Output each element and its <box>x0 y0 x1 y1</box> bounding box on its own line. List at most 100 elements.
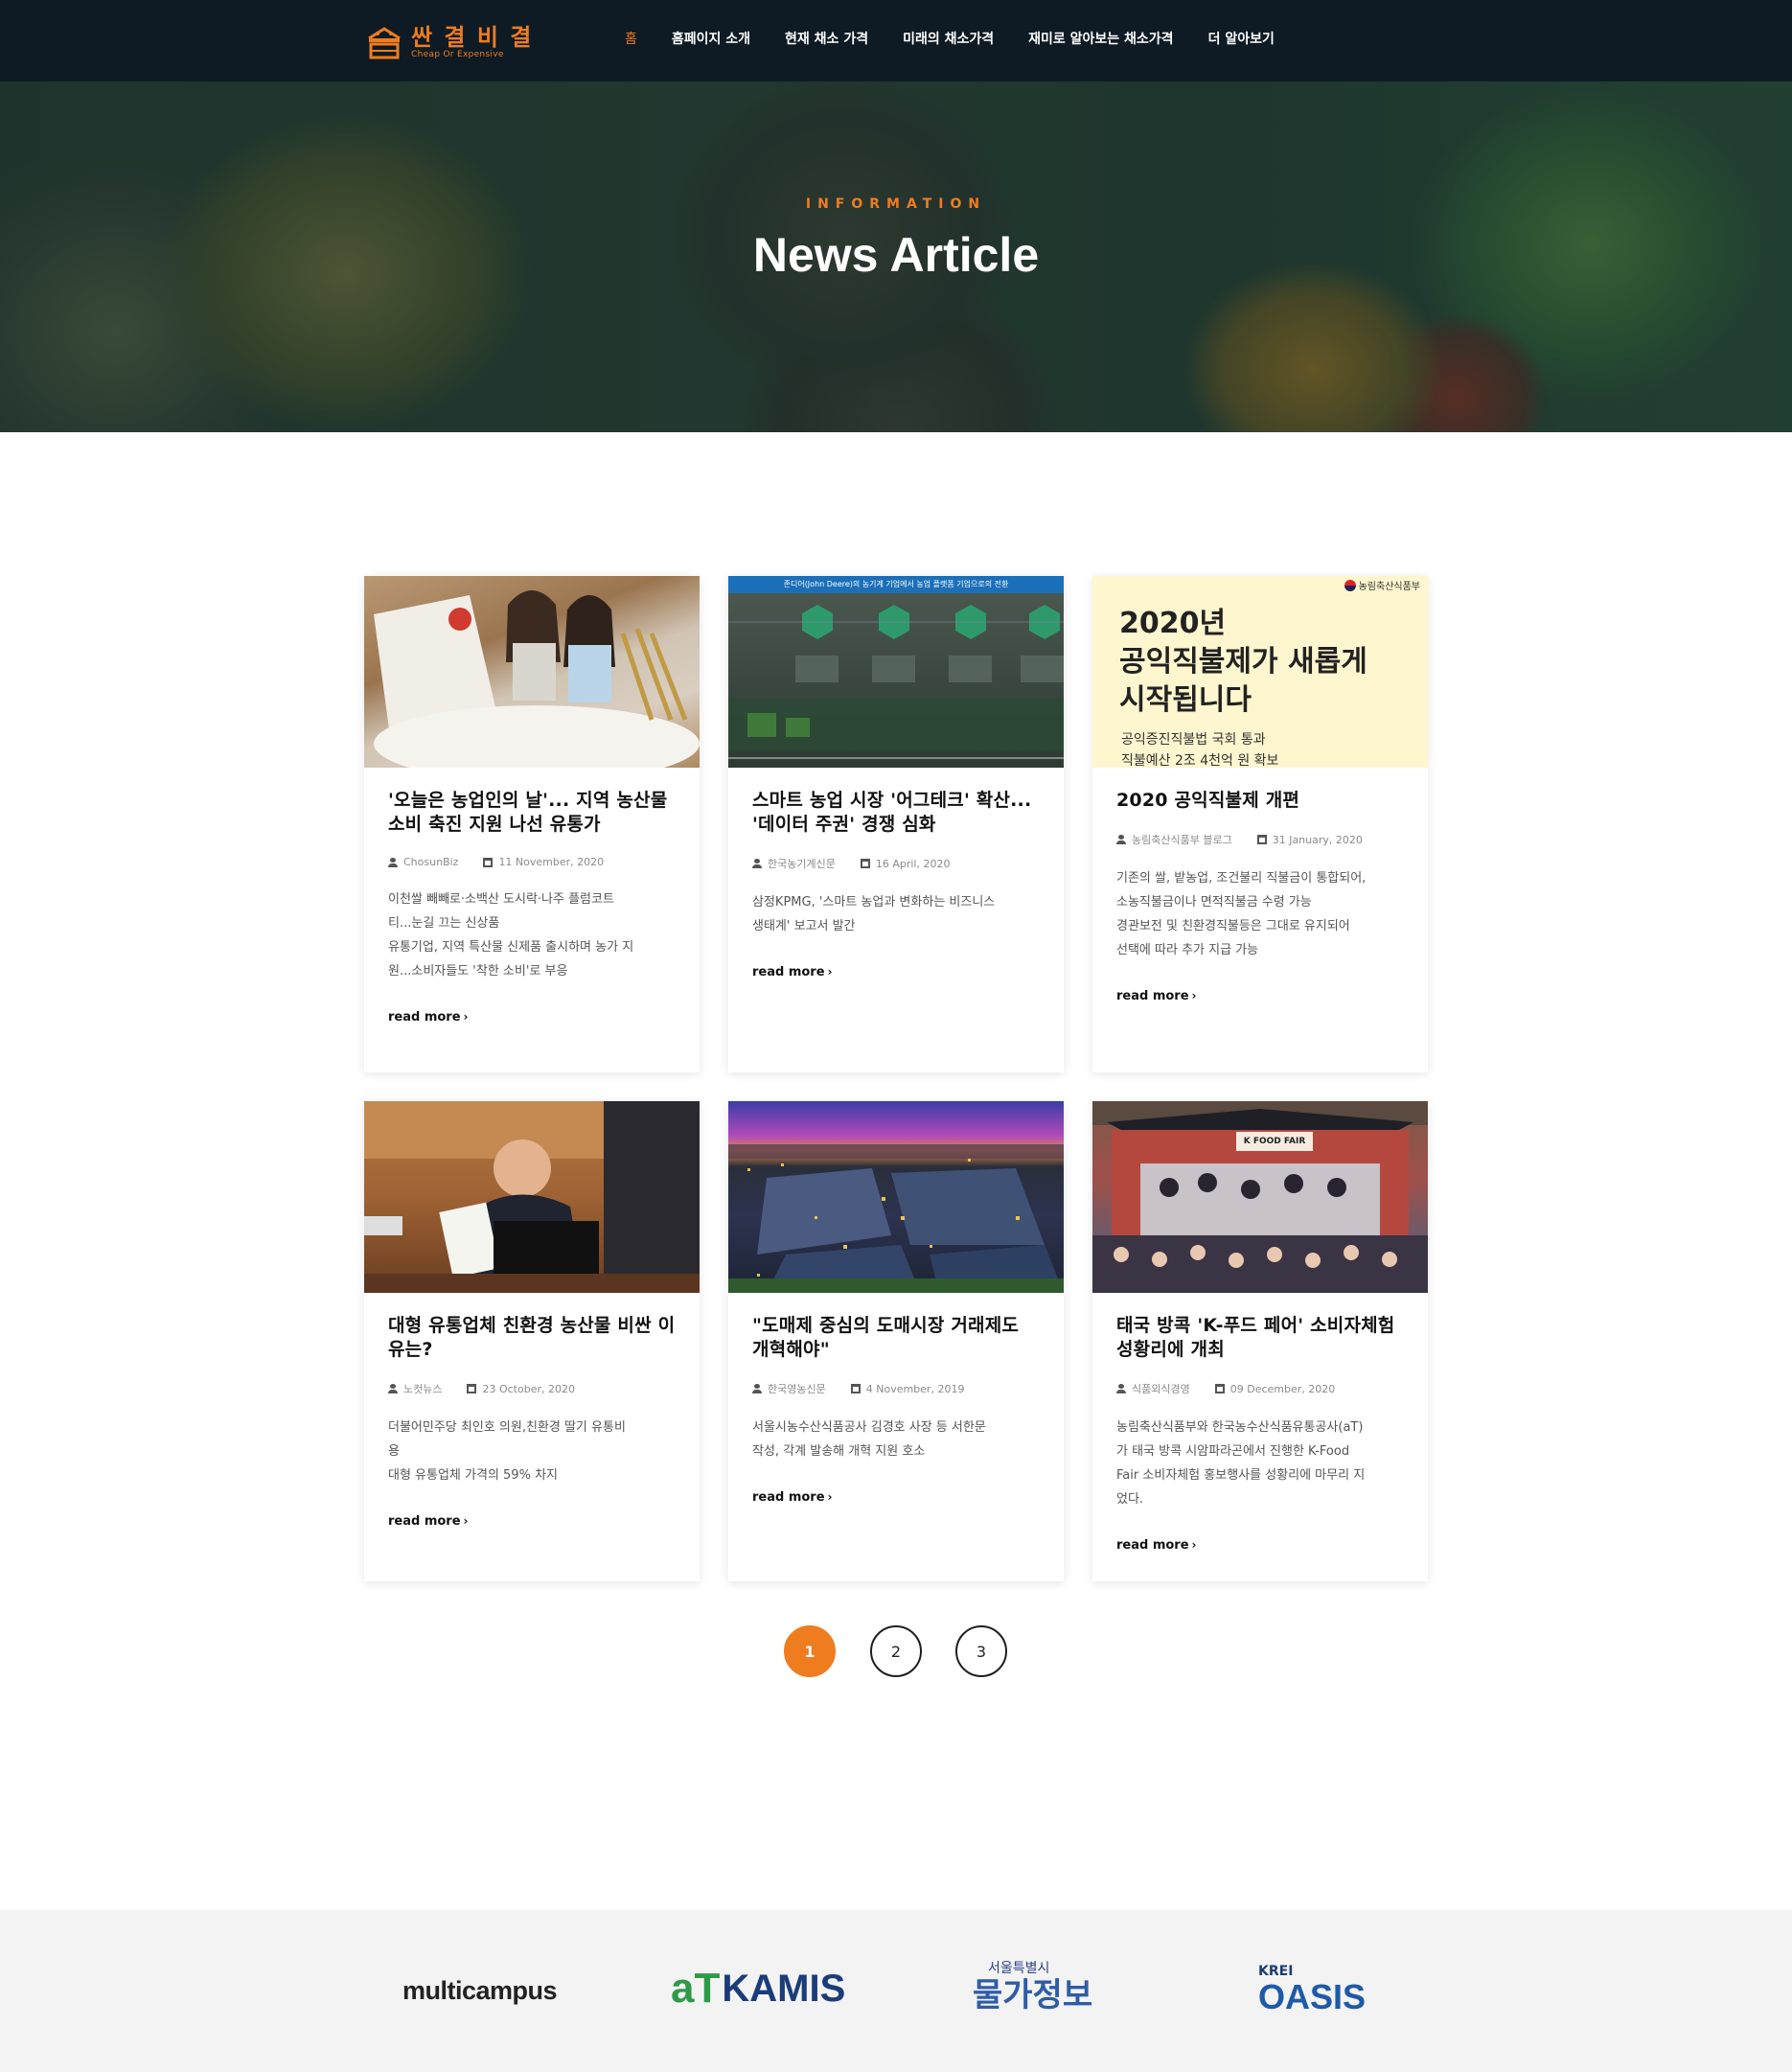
partner-multicampus[interactable]: multicampus <box>402 1976 558 2006</box>
article-card[interactable]: '오늘은 농업인의 날'... 지역 농산물 소비 축진 지원 나선 유통가 C… <box>364 576 700 1072</box>
article-source: 한국영농신문 <box>768 1383 826 1395</box>
partner-kamis[interactable]: aT KAMIS <box>671 1965 845 2013</box>
user-icon <box>752 1384 762 1393</box>
wholesale-market-night-photo[interactable] <box>728 1101 1064 1293</box>
kamis-logo: KAMIS <box>722 1967 846 2010</box>
partner-seoul-price[interactable]: 서울특별시 물가정보 <box>973 1958 1092 2014</box>
main-nav: 홈 홈페이지 소개 현재 채소 가격 미래의 채소가격 재미로 알아보는 채소가… <box>625 29 1309 48</box>
partners-footer: multicampus aT KAMIS 서울특별시 물가정보 KREI OAS… <box>0 1910 1792 2072</box>
user-icon <box>1116 1384 1126 1393</box>
hero-banner: INFORMATION News Article <box>0 81 1792 432</box>
read-more-label: read more <box>388 1514 461 1529</box>
article-title[interactable]: 태국 방콕 'K-푸드 페어' 소비자체험 성황리에 개최 <box>1116 1314 1404 1362</box>
article-date: 16 April, 2020 <box>875 857 951 870</box>
poster-headline-1: 2020년 <box>1119 607 1227 640</box>
calendar-icon <box>483 857 494 867</box>
nav-current-prices[interactable]: 현재 채소 가격 <box>785 29 868 48</box>
article-date: 31 January, 2020 <box>1272 833 1363 846</box>
user-icon <box>1116 835 1126 844</box>
government-emblem-icon <box>1344 579 1356 591</box>
article-excerpt: 농림축산식품부와 한국농수산식품유통공사(aT) 가 태국 방콕 시암파라곤에서… <box>1116 1420 1366 1507</box>
calendar-icon <box>1214 1384 1225 1393</box>
article-title[interactable]: 스마트 농업 시장 '어그테크' 확산... '데이터 주권' 경쟁 심화 <box>752 789 1040 837</box>
article-meta: 노컷뉴스 23 October, 2020 <box>388 1381 676 1396</box>
site-logo[interactable]: 싼 결 비 결 Cheap Or Expensive <box>365 23 533 61</box>
read-more-label: read more <box>388 1010 461 1024</box>
hero-kicker: INFORMATION <box>805 196 987 212</box>
page-title: News Article <box>752 228 1040 282</box>
chevron-right-icon: › <box>463 1514 469 1528</box>
article-excerpt: 서울시농수산식품공사 김경호 사장 등 서한문 작성, 각계 발송해 개혁 지원… <box>752 1420 986 1459</box>
poster-org: 농림축산식품부 <box>1358 582 1420 592</box>
article-date: 09 December, 2020 <box>1229 1382 1336 1395</box>
page-2-button[interactable]: 2 <box>870 1625 922 1677</box>
agtech-infographic[interactable]: 존디어(John Deere)의 농기계 기업에서 농업 플랫폼 기업으로의 전… <box>728 576 1064 768</box>
market-stall-icon <box>365 25 403 59</box>
article-excerpt: 삼정KPMG, '스마트 농업과 변화하는 비즈니스 생태계' 보고서 발간 <box>752 895 996 933</box>
user-icon <box>752 859 762 868</box>
article-date: 4 November, 2019 <box>865 1382 965 1395</box>
poster-headline-3: 시작됩니다 <box>1119 683 1252 717</box>
nav-more[interactable]: 더 알아보기 <box>1208 29 1275 48</box>
multicampus-logo: multicampus <box>402 1976 558 2005</box>
nav-about[interactable]: 홈페이지 소개 <box>672 29 750 48</box>
kfood-fair-photo[interactable]: K FOOD FAIR <box>1092 1101 1428 1293</box>
read-more-link[interactable]: read more › <box>1116 1538 1197 1553</box>
fair-sign: K FOOD FAIR <box>1236 1132 1313 1151</box>
article-meta: 한국영농신문 4 November, 2019 <box>752 1381 1040 1396</box>
read-more-link[interactable]: read more › <box>1116 989 1197 1003</box>
article-source: 한국농기계신문 <box>768 858 836 870</box>
read-more-link[interactable]: read more › <box>388 1514 469 1529</box>
chevron-right-icon: › <box>463 1010 469 1024</box>
page-1-button[interactable]: 1 <box>784 1625 836 1677</box>
poster-sub-1: 공익증진직불법 국회 통과 <box>1121 732 1266 748</box>
article-excerpt: 기존의 쌀, 밭농업, 조건불리 직불금이 통합되어, 소농직불금이나 면적직불… <box>1116 871 1367 957</box>
logo-title: 싼 결 비 결 <box>411 24 534 51</box>
infographic-caption: 존디어(John Deere)의 농기계 기업에서 농업 플랫폼 기업으로의 전… <box>728 576 1064 593</box>
article-source: 식품외식경영 <box>1132 1383 1190 1395</box>
poster-sub-2: 직불예산 2조 4천억 원 확보 <box>1121 753 1279 768</box>
nav-future-prices[interactable]: 미래의 채소가격 <box>903 29 994 48</box>
rice-harvest-photo[interactable] <box>364 576 700 768</box>
article-card[interactable]: K FOOD FAIR 태국 방콕 'K-푸드 페어' 소비자체험 성황리에 개… <box>1092 1101 1428 1581</box>
read-more-label: read more <box>752 965 825 979</box>
seoul-city-label: 서울특별시 <box>988 1961 1050 1976</box>
article-title[interactable]: 대형 유통업체 친환경 농산물 비싼 이유는? <box>388 1314 676 1362</box>
article-meta: 식품외식경영 09 December, 2020 <box>1116 1381 1404 1396</box>
article-source: 농림축산식품부 블로그 <box>1132 834 1232 846</box>
article-card[interactable]: 농림축산식품부 2020년 공익직불제가 새롭게 시작됩니다 공익증진직불법 국… <box>1092 576 1428 1072</box>
article-meta: 농림축산식품부 블로그 31 January, 2020 <box>1116 832 1404 847</box>
article-title[interactable]: '오늘은 농업인의 날'... 지역 농산물 소비 축진 지원 나선 유통가 <box>388 789 676 837</box>
article-title[interactable]: "도매제 중심의 도매시장 거래제도 개혁해야" <box>752 1314 1040 1362</box>
read-more-link[interactable]: read more › <box>752 965 833 979</box>
read-more-label: read more <box>1116 989 1189 1003</box>
top-navbar: 싼 결 비 결 Cheap Or Expensive 홈 홈페이지 소개 현재 … <box>0 0 1792 81</box>
article-card[interactable]: 존디어(John Deere)의 농기계 기업에서 농업 플랫폼 기업으로의 전… <box>728 576 1064 1072</box>
read-more-link[interactable]: read more › <box>388 1010 469 1024</box>
logo-subtitle: Cheap Or Expensive <box>411 50 504 59</box>
article-meta: ChosunBiz 11 November, 2020 <box>388 856 676 868</box>
price-info-logo: 물가정보 <box>973 1976 1093 2014</box>
partner-krei-oasis[interactable]: KREI OASIS <box>1258 1964 1366 2015</box>
article-title[interactable]: 2020 공익직불제 개편 <box>1116 789 1404 813</box>
article-source: 노컷뉴스 <box>403 1383 443 1395</box>
calendar-icon <box>1256 835 1267 844</box>
nav-fun-prices[interactable]: 재미로 알아보는 채소가격 <box>1028 29 1173 48</box>
article-excerpt: 이천쌀 빼빼로·소백산 도시락·나주 플럼코트 티...눈길 끄는 신상품 유통… <box>388 892 634 978</box>
direct-payment-poster[interactable]: 농림축산식품부 2020년 공익직불제가 새롭게 시작됩니다 공익증진직불법 국… <box>1092 576 1428 768</box>
article-date: 11 November, 2020 <box>498 856 605 868</box>
chevron-right-icon: › <box>1191 989 1197 1002</box>
calendar-icon <box>860 859 870 868</box>
press-conference-photo[interactable] <box>364 1101 700 1293</box>
at-logo: aT <box>671 1965 721 2012</box>
user-icon <box>388 857 398 867</box>
chevron-right-icon: › <box>827 1490 833 1504</box>
article-card[interactable]: "도매제 중심의 도매시장 거래제도 개혁해야" 한국영농신문 4 Novemb… <box>728 1101 1064 1581</box>
nav-home[interactable]: 홈 <box>625 29 637 48</box>
poster-headline-2: 공익직불제가 새롭게 <box>1119 645 1367 679</box>
article-card[interactable]: 대형 유통업체 친환경 농산물 비싼 이유는? 노컷뉴스 23 October,… <box>364 1101 700 1581</box>
chevron-right-icon: › <box>1191 1538 1197 1552</box>
article-date: 23 October, 2020 <box>482 1382 575 1395</box>
page-3-button[interactable]: 3 <box>955 1625 1007 1677</box>
read-more-link[interactable]: read more › <box>752 1490 833 1505</box>
